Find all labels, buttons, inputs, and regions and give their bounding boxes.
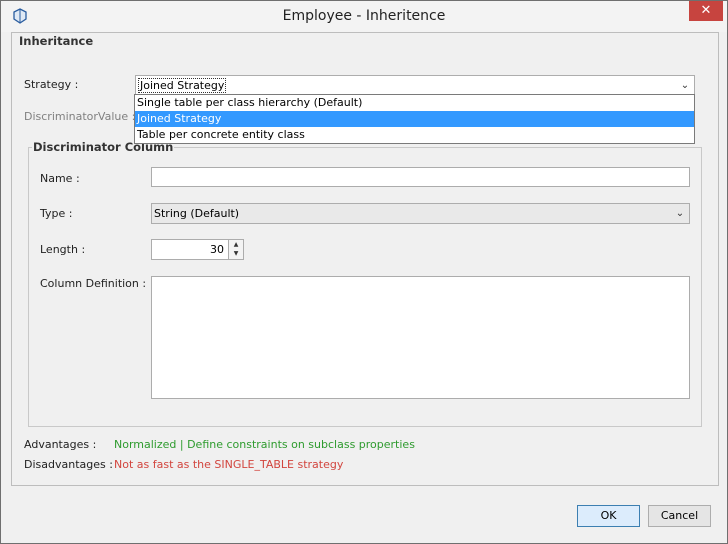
strategy-dropdown-list: Single table per class hierarchy (Defaul… (134, 94, 695, 144)
discriminator-value-label: DiscriminatorValue : (24, 110, 136, 123)
strategy-label: Strategy : (24, 78, 79, 91)
chevron-down-icon[interactable]: ⌄ (676, 76, 694, 95)
ok-button[interactable]: OK (577, 505, 640, 527)
type-select[interactable]: String (Default) ⌄ (151, 203, 690, 224)
spin-up-icon[interactable]: ▲ (229, 240, 243, 249)
cancel-button[interactable]: Cancel (648, 505, 711, 527)
disadvantages-label: Disadvantages : (24, 458, 113, 471)
chevron-down-icon[interactable]: ⌄ (671, 204, 689, 223)
advantages-label: Advantages : (24, 438, 97, 451)
advantages-text: Normalized | Define constraints on subcl… (114, 438, 415, 451)
length-value[interactable]: 30 (210, 243, 224, 256)
name-label: Name : (40, 172, 80, 185)
type-label: Type : (40, 207, 73, 220)
spin-down-icon[interactable]: ▼ (229, 249, 243, 258)
column-definition-textarea[interactable] (151, 276, 690, 399)
disadvantages-text: Not as fast as the SINGLE_TABLE strategy (114, 458, 344, 471)
close-button[interactable]: ✕ (689, 1, 723, 21)
strategy-selected-value: Joined Strategy (138, 78, 227, 93)
strategy-option-joined[interactable]: Joined Strategy (135, 111, 694, 127)
title-bar[interactable]: Employee - Inheritence ✕ (1, 1, 727, 32)
name-input[interactable] (151, 167, 690, 187)
strategy-option-single-table[interactable]: Single table per class hierarchy (Defaul… (135, 95, 694, 111)
length-spinner[interactable]: 30 ▲ ▼ (151, 239, 244, 260)
inheritance-group-title: Inheritance (18, 34, 95, 48)
window-title: Employee - Inheritence (282, 8, 446, 24)
length-spinner-buttons: ▲ ▼ (228, 240, 243, 259)
strategy-select[interactable]: Joined Strategy ⌄ (135, 75, 695, 96)
length-label: Length : (40, 243, 86, 256)
type-selected-value: String (Default) (154, 207, 240, 220)
dialog-window: Employee - Inheritence ✕ Inheritance Str… (0, 0, 728, 544)
strategy-option-table-per-class[interactable]: Table per concrete entity class (135, 127, 694, 143)
column-definition-label: Column Definition : (40, 277, 147, 290)
